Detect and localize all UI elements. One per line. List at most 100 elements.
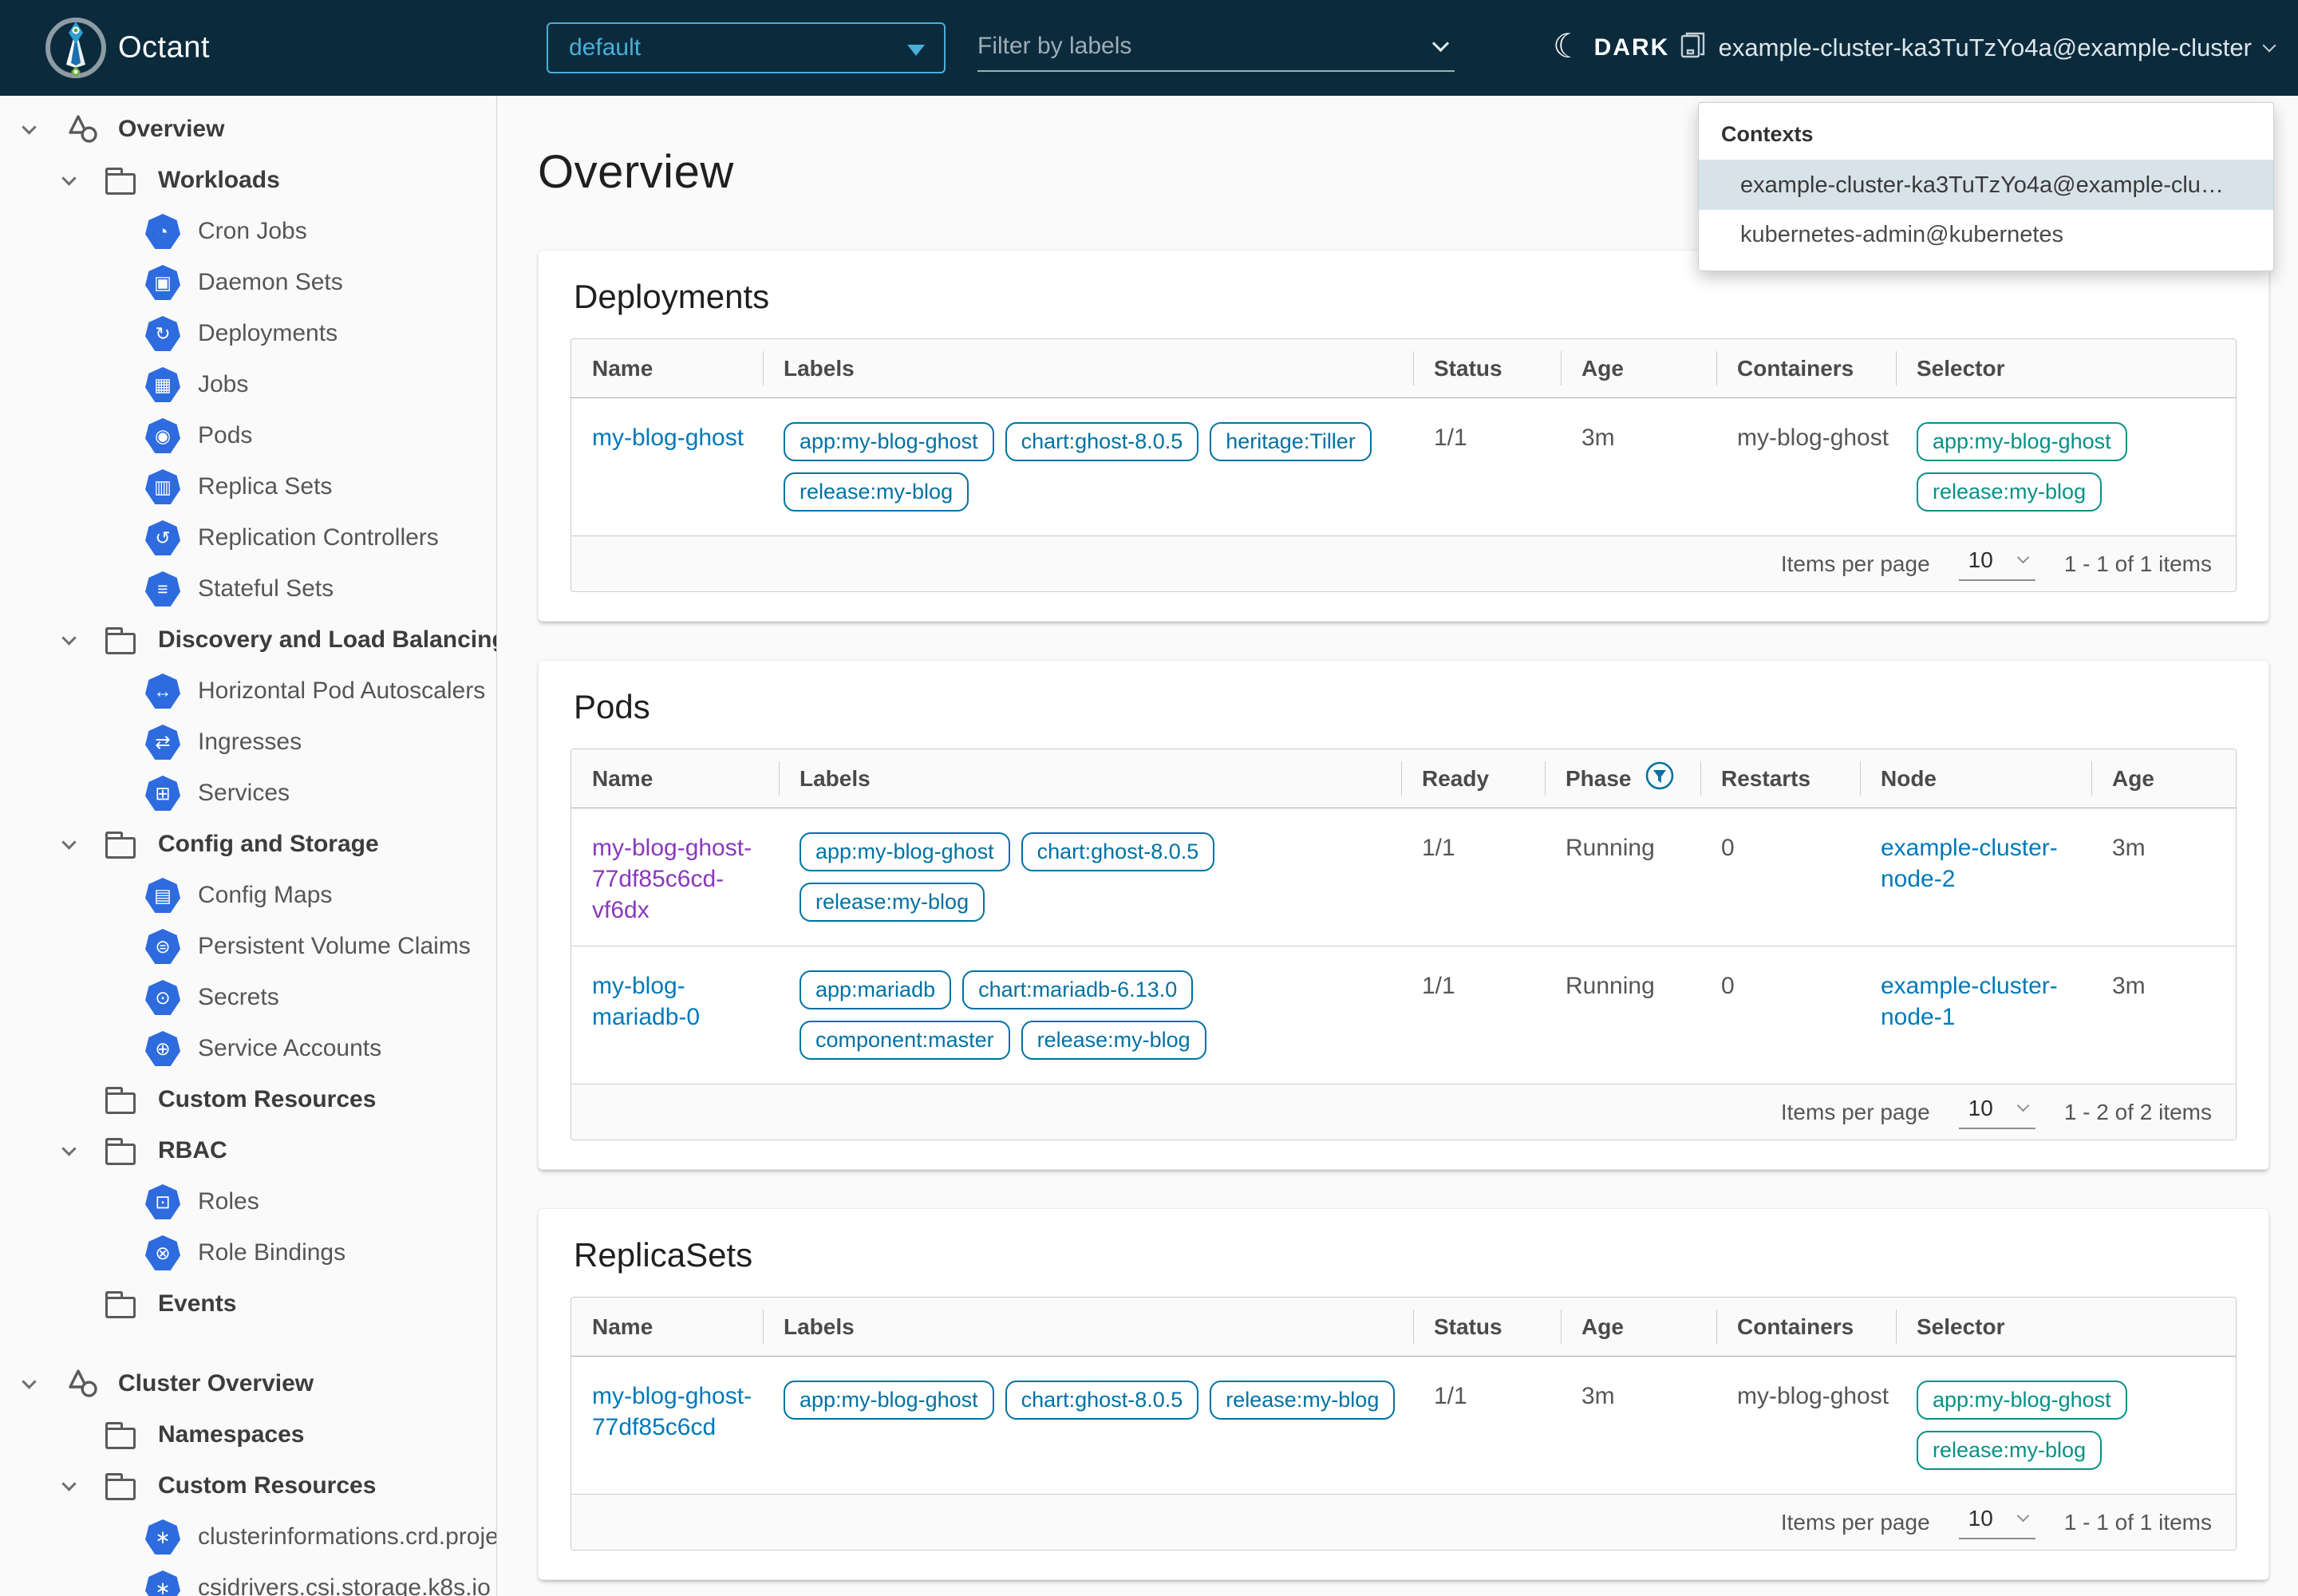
sidebar-item-config-maps[interactable]: Config Maps [0, 870, 496, 921]
label-tag[interactable]: chart:ghost-8.0.5 [1021, 832, 1215, 871]
pod-link[interactable]: my-blog-ghost-77df85c6cd-vf6dx [592, 835, 752, 923]
deployment-link[interactable]: my-blog-ghost [592, 425, 744, 451]
sidebar-item-rbac[interactable]: RBAC [0, 1125, 496, 1176]
sidebar-item-deployments[interactable]: Deployments [0, 308, 496, 359]
chevron-down-icon [2017, 1100, 2030, 1112]
label-tag[interactable]: release:my-blog [1210, 1381, 1395, 1420]
label-tag[interactable]: component:master [800, 1021, 1010, 1060]
label-tag[interactable]: chart:mariadb-6.13.0 [962, 970, 1193, 1009]
folder-icon [105, 626, 136, 654]
sidebar-item-label: Cluster Overview [118, 1370, 314, 1397]
chevron-down-icon[interactable] [61, 835, 76, 849]
label-tag[interactable]: chart:ghost-8.0.5 [1005, 1381, 1199, 1420]
sidebar-item-csidrivers-crd[interactable]: csidrivers.csi.storage.k8s.io [0, 1562, 496, 1596]
column-header-selector: Selector [1896, 339, 2236, 397]
items-per-page-select[interactable]: 10 [1959, 547, 2035, 581]
items-per-page-select[interactable]: 10 [1959, 1506, 2035, 1539]
selector-tag[interactable]: app:my-blog-ghost [1917, 422, 2127, 461]
chevron-down-icon [2017, 1510, 2030, 1523]
sidebar-item-ingresses[interactable]: Ingresses [0, 717, 496, 768]
sidebar-item-workloads[interactable]: Workloads [0, 155, 496, 206]
sidebar-item-label: Stateful Sets [198, 575, 334, 602]
sidebar-item-label: Custom Resources [158, 1472, 376, 1499]
node-link[interactable]: example-cluster-node-2 [1881, 835, 2058, 892]
selector-tag[interactable]: app:my-blog-ghost [1917, 1381, 2127, 1420]
label-tag[interactable]: heritage:Tiller [1210, 422, 1372, 461]
sidebar-item-persistent-volume-claims[interactable]: Persistent Volume Claims [0, 921, 496, 972]
context-selector[interactable]: example-cluster-ka3TuTzYo4a@example-clus… [1680, 0, 2274, 96]
sidebar-item-pods[interactable]: Pods [0, 410, 496, 461]
daemon-sets-icon [145, 265, 180, 300]
chevron-down-icon[interactable] [22, 1374, 36, 1389]
sidebar-item-daemon-sets[interactable]: Daemon Sets [0, 257, 496, 308]
label-filter-input[interactable] [977, 33, 1435, 60]
sidebar-item-secrets[interactable]: Secrets [0, 972, 496, 1023]
sidebar-item-jobs[interactable]: Jobs [0, 359, 496, 410]
sidebar-item-services[interactable]: Services [0, 768, 496, 819]
context-menu-item-example-cluster[interactable]: example-cluster-ka3TuTzYo4a@example-clu… [1699, 160, 2273, 210]
sidebar-item-horizontal-pod-autoscalers[interactable]: Horizontal Pod Autoscalers [0, 666, 496, 717]
sidebar-item-config-and-storage[interactable]: Config and Storage [0, 819, 496, 870]
pods-table: Name Labels Ready Phase Restarts Node Ag… [571, 749, 2237, 1140]
column-header-name: Name [571, 749, 779, 808]
sidebar-item-replica-sets[interactable]: Replica Sets [0, 461, 496, 512]
replicasets-table-footer: Items per page 10 1 - 1 of 1 items [571, 1494, 2236, 1550]
chevron-down-icon[interactable] [61, 1141, 76, 1156]
filter-funnel-icon[interactable] [1645, 760, 1675, 796]
chevron-down-icon[interactable] [61, 171, 76, 185]
table-row: my-blog-ghost-77df85c6cd-vf6dx app:my-bl… [571, 808, 2236, 946]
pod-link[interactable]: my-blog-mariadb-0 [592, 973, 700, 1030]
sidebar-item-label: Horizontal Pod Autoscalers [198, 678, 485, 705]
items-per-page-select[interactable]: 10 [1959, 1096, 2035, 1129]
namespace-selector[interactable]: default [547, 22, 946, 73]
dark-theme-toggle[interactable]: ☾ DARK [1553, 0, 1669, 96]
sidebar-item-service-accounts[interactable]: Service Accounts [0, 1023, 496, 1074]
sidebar-item-namespaces[interactable]: Namespaces [0, 1409, 496, 1460]
selector-tag[interactable]: release:my-blog [1917, 1431, 2102, 1470]
stateful-sets-icon [145, 571, 180, 606]
folder-icon [105, 1472, 136, 1500]
label-tag[interactable]: app:my-blog-ghost [800, 832, 1010, 871]
pods-table-footer: Items per page 10 1 - 2 of 2 items [571, 1084, 2236, 1140]
sidebar-item-cluster-custom-resources[interactable]: Custom Resources [0, 1460, 496, 1511]
column-header-ready: Ready [1401, 749, 1545, 808]
sidebar-item-cluster-overview[interactable]: Cluster Overview [0, 1358, 496, 1409]
chevron-down-icon[interactable] [1432, 34, 1449, 51]
sidebar-item-label: Persistent Volume Claims [198, 933, 471, 960]
label-tag[interactable]: chart:ghost-8.0.5 [1005, 422, 1199, 461]
sidebar-item-stateful-sets[interactable]: Stateful Sets [0, 563, 496, 614]
sidebar-section-gap [0, 1329, 496, 1358]
sidebar-item-replication-controllers[interactable]: Replication Controllers [0, 512, 496, 563]
label-tag[interactable]: app:my-blog-ghost [784, 422, 994, 461]
sidebar-item-cron-jobs[interactable]: Cron Jobs [0, 206, 496, 257]
phase-cell: Running [1545, 970, 1700, 1071]
label-tag[interactable]: app:mariadb [800, 970, 951, 1009]
node-link[interactable]: example-cluster-node-1 [1881, 973, 2058, 1030]
replicasets-card: ReplicaSets Name Labels Status Age Conta… [538, 1208, 2269, 1580]
label-tag[interactable]: release:my-blog [800, 883, 985, 922]
label-tag[interactable]: release:my-blog [1021, 1021, 1206, 1060]
replicaset-link[interactable]: my-blog-ghost-77df85c6cd [592, 1383, 752, 1440]
column-header-age: Age [2091, 749, 2236, 808]
label-tag[interactable]: app:my-blog-ghost [784, 1381, 994, 1420]
octant-logo-icon [45, 17, 107, 79]
sidebar-item-label: Events [158, 1290, 236, 1317]
sidebar-item-roles[interactable]: Roles [0, 1176, 496, 1227]
context-menu-item-kubernetes-admin[interactable]: kubernetes-admin@kubernetes [1699, 210, 2273, 259]
selector-tag[interactable]: release:my-blog [1917, 472, 2102, 512]
sidebar-item-label: Cron Jobs [198, 218, 307, 245]
chevron-down-icon[interactable] [61, 1476, 76, 1491]
sidebar-item-label: Deployments [198, 320, 338, 347]
sidebar-item-clusterinformations-crd[interactable]: clusterinformations.crd.projec [0, 1511, 496, 1562]
chevron-down-icon[interactable] [61, 630, 76, 645]
sidebar-item-custom-resources[interactable]: Custom Resources [0, 1074, 496, 1125]
ready-cell: 1/1 [1401, 970, 1545, 1071]
sidebar-item-role-bindings[interactable]: Role Bindings [0, 1227, 496, 1278]
label-tag[interactable]: release:my-blog [784, 472, 969, 512]
chevron-down-icon[interactable] [22, 120, 36, 134]
table-row: my-blog-ghost-77df85c6cd app:my-blog-gho… [571, 1357, 2236, 1494]
sidebar-item-events[interactable]: Events [0, 1278, 496, 1329]
sidebar-item-discovery-and-load-balancing[interactable]: Discovery and Load Balancing [0, 614, 496, 666]
column-header-name: Name [571, 1298, 763, 1356]
sidebar-item-overview[interactable]: Overview [0, 104, 496, 155]
